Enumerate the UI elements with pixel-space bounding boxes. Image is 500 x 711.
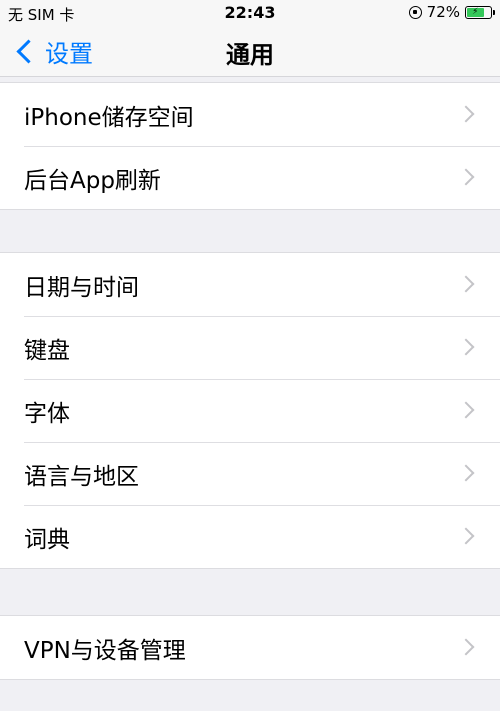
row-label: iPhone储存空间 [24, 104, 194, 131]
row-label: 语言与地区 [24, 463, 139, 490]
row-dictionary[interactable]: 词典 [0, 505, 500, 568]
row-label: 日期与时间 [24, 274, 139, 301]
row-language-region[interactable]: 语言与地区 [0, 442, 500, 505]
chevron-right-icon [457, 105, 475, 123]
status-bar: 无 SIM 卡 22:43 72% ⚡ [0, 0, 500, 26]
nav-bar: 设置 通用 [0, 26, 500, 77]
chevron-right-icon [457, 401, 475, 419]
settings-group-vpn: VPN与设备管理 [0, 615, 500, 680]
row-label: VPN与设备管理 [24, 637, 186, 664]
row-label: 字体 [24, 400, 70, 427]
chevron-right-icon [457, 275, 475, 293]
battery-percent: 72% [426, 3, 460, 21]
chevron-right-icon [457, 464, 475, 482]
row-background-app-refresh[interactable]: 后台App刷新 [0, 146, 500, 209]
settings-group-storage: iPhone储存空间 后台App刷新 [0, 82, 500, 210]
status-right: 72% ⚡ [408, 3, 495, 21]
row-label: 后台App刷新 [24, 167, 161, 194]
row-date-time[interactable]: 日期与时间 [0, 253, 500, 316]
row-vpn-device-management[interactable]: VPN与设备管理 [0, 616, 500, 679]
chevron-right-icon [457, 638, 475, 656]
chevron-right-icon [457, 168, 475, 186]
row-fonts[interactable]: 字体 [0, 379, 500, 442]
row-label: 词典 [24, 526, 70, 553]
row-label: 键盘 [24, 337, 70, 364]
orientation-lock-icon [408, 5, 422, 19]
page-title: 通用 [226, 41, 274, 69]
battery-icon: ⚡ [465, 5, 495, 19]
chevron-right-icon [457, 527, 475, 545]
row-iphone-storage[interactable]: iPhone储存空间 [0, 83, 500, 146]
battery-fill: ⚡ [467, 7, 484, 17]
row-keyboard[interactable]: 键盘 [0, 316, 500, 379]
settings-group-general: 日期与时间 键盘 字体 语言与地区 词典 [0, 252, 500, 569]
chevron-right-icon [457, 338, 475, 356]
